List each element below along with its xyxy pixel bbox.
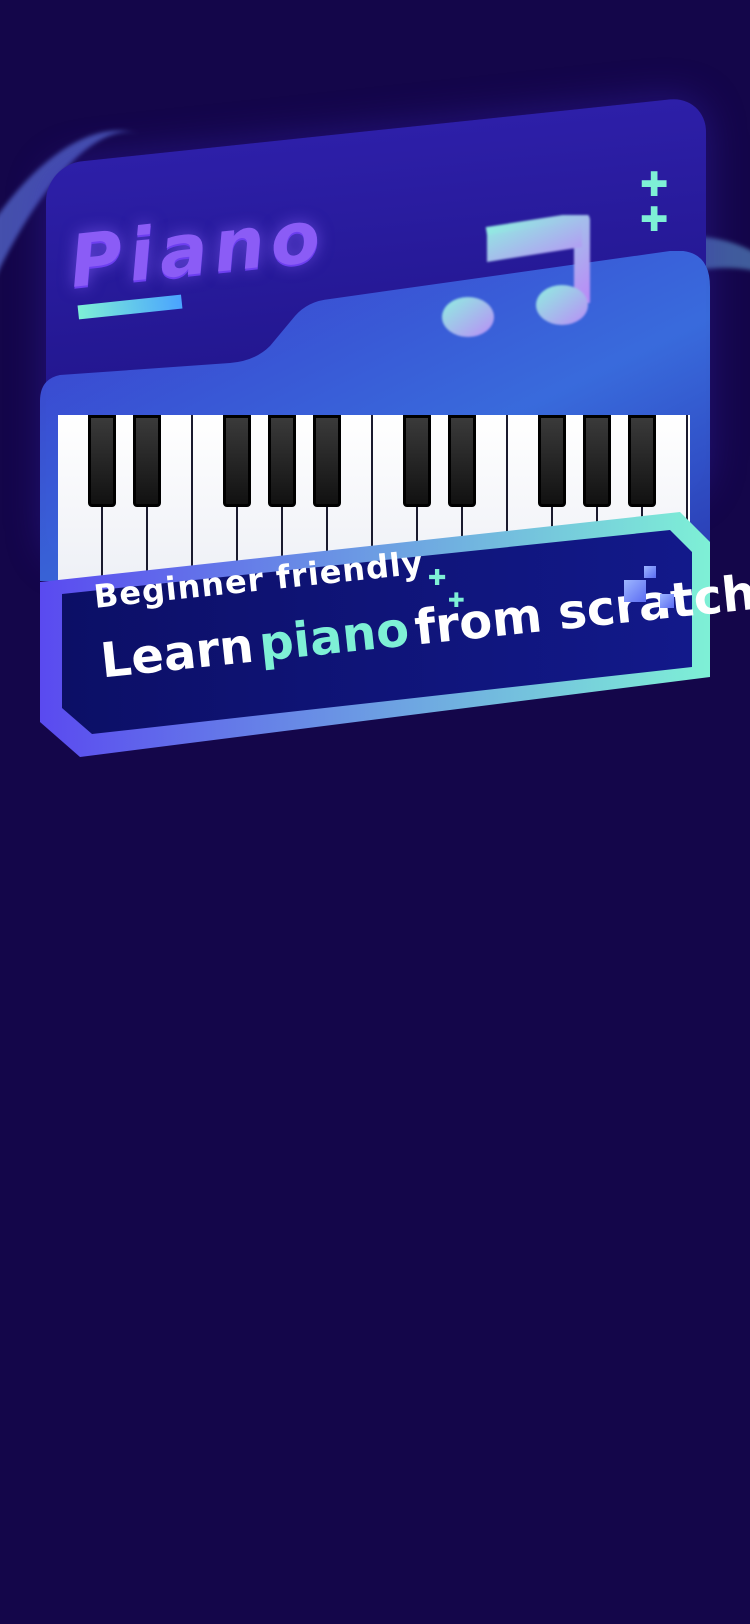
black-key	[268, 415, 296, 507]
black-key	[223, 415, 251, 507]
black-key	[628, 415, 656, 507]
black-key	[538, 415, 566, 507]
black-key	[313, 415, 341, 507]
black-key	[88, 415, 116, 507]
music-note-icon	[442, 215, 590, 337]
black-key	[133, 415, 161, 507]
black-key	[583, 415, 611, 507]
plus-icon: ✚	[448, 588, 465, 612]
black-key	[403, 415, 431, 507]
pixel-decoration	[660, 594, 674, 608]
pixel-decoration	[624, 580, 646, 602]
splash-screen: Piano ✚ ✚ Beginner friendly Learnpianofr…	[0, 0, 750, 1624]
pixel-decoration	[644, 566, 656, 578]
black-key	[448, 415, 476, 507]
plus-icon: ✚	[640, 200, 669, 240]
plus-icon: ✚	[640, 165, 669, 205]
plus-icon: ✚	[428, 566, 447, 591]
